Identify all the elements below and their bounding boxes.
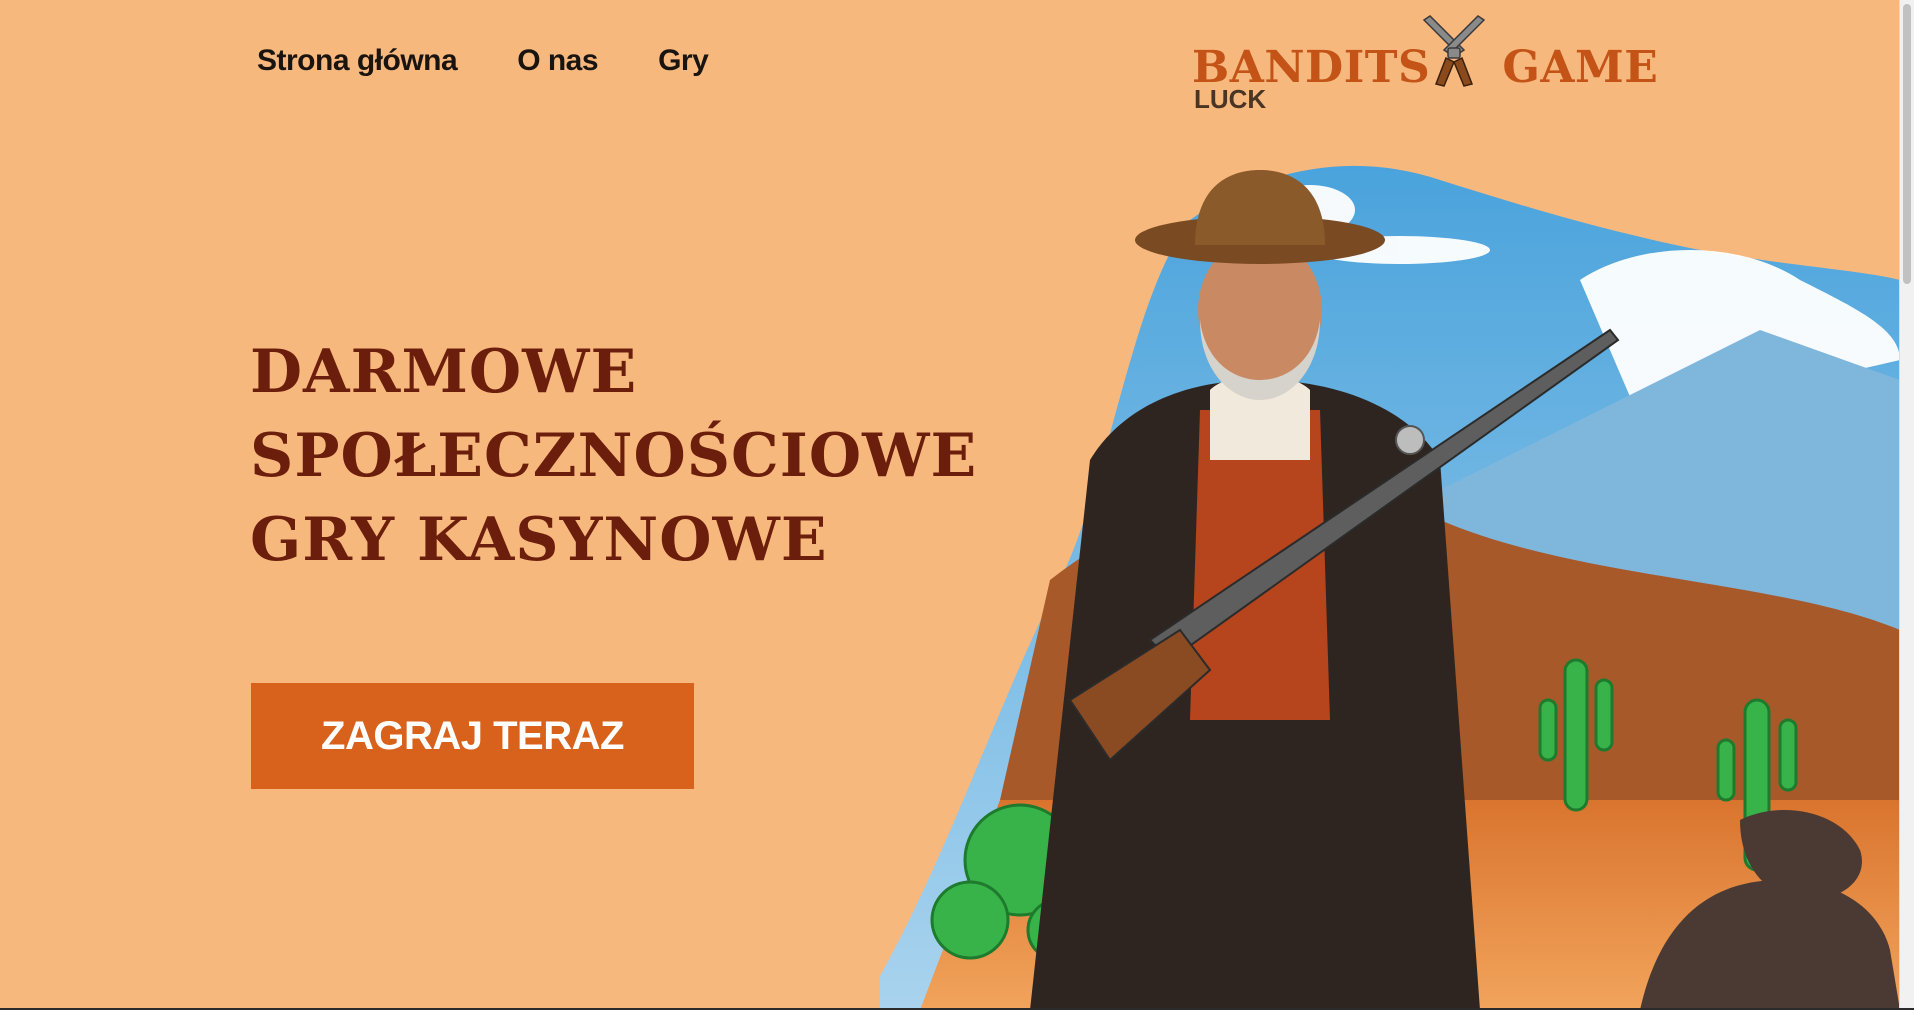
nav-link-games[interactable]: Gry: [658, 44, 709, 78]
crossed-revolvers-icon: [1422, 15, 1486, 87]
page: Strona główna O nas Gry BANDITS GAME LUC…: [0, 0, 1900, 1010]
nav-link-home[interactable]: Strona główna: [257, 44, 458, 78]
logo-subtitle: LUCK: [1194, 84, 1267, 114]
main-nav: Strona główna O nas Gry: [257, 44, 709, 78]
logo-word-game: GAME: [1502, 42, 1659, 93]
site-logo[interactable]: BANDITS GAME LUCK: [1192, 14, 1658, 114]
scrollbar-thumb[interactable]: [1903, 4, 1911, 284]
nav-link-about[interactable]: O nas: [517, 44, 598, 78]
play-now-button[interactable]: ZAGRAJ TERAZ: [251, 683, 694, 789]
sheriff-illustration: [880, 165, 1900, 1010]
page-scrollbar[interactable]: [1899, 0, 1914, 1010]
